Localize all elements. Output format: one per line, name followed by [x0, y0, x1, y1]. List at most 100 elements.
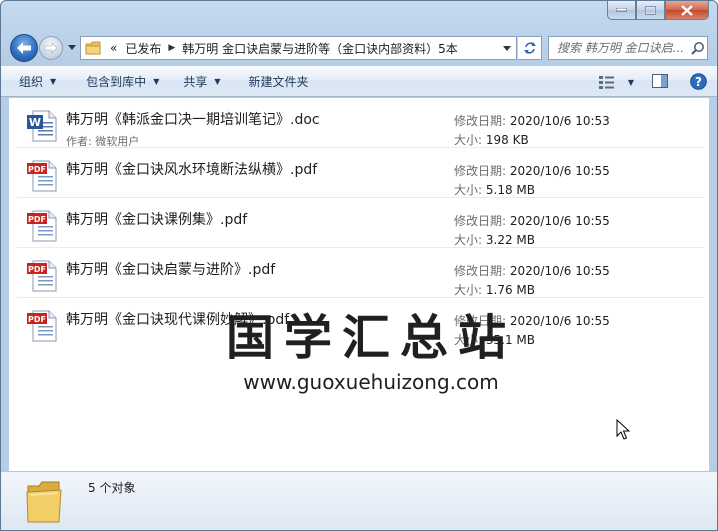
- organize-menu-button[interactable]: 组织 ▼: [7, 66, 68, 97]
- search-icon: [691, 42, 704, 55]
- modified-key: 修改日期:: [454, 164, 507, 178]
- file-item[interactable]: W 韩万明《韩派金口决一期培训笔记》.doc 作者: 微软用户 修改日期: 20…: [17, 98, 705, 148]
- share-label: 共享: [183, 75, 208, 89]
- view-controls: ▼ ?: [598, 67, 707, 98]
- svg-text:PDF: PDF: [28, 215, 46, 224]
- help-icon: ?: [690, 72, 707, 90]
- size-value: 3.22 MB: [485, 233, 535, 247]
- modified-value: 2020/10/6 10:55: [509, 214, 610, 228]
- size-key: 大小:: [454, 183, 483, 197]
- modified-key: 修改日期:: [454, 264, 507, 278]
- file-size: 大小: 198 KB: [454, 131, 529, 148]
- size-key: 大小:: [454, 233, 483, 247]
- modified-key: 修改日期:: [454, 314, 507, 328]
- maximize-button[interactable]: [636, 1, 665, 20]
- folder-icon: [26, 481, 62, 523]
- close-button[interactable]: [665, 1, 709, 20]
- chevron-down-icon: ▼: [50, 77, 57, 86]
- file-list: W 韩万明《韩派金口决一期培训笔记》.doc 作者: 微软用户 修改日期: 20…: [9, 98, 709, 471]
- modified-value: 2020/10/6 10:55: [509, 314, 610, 328]
- file-modified: 修改日期: 2020/10/6 10:55: [454, 312, 610, 329]
- explorer-window: « 已发布 ▶ 韩万明 金口诀启蒙与进阶等（金口诀内部资料）5本 搜索 韩万明 …: [0, 0, 718, 531]
- pdf-file-icon: PDF: [27, 260, 57, 292]
- chevron-down-icon[interactable]: ▼: [628, 78, 634, 87]
- size-key: 大小:: [454, 283, 483, 297]
- modified-value: 2020/10/6 10:55: [509, 264, 610, 278]
- size-value: 5.18 MB: [485, 183, 535, 197]
- size-value: 1.76 MB: [485, 283, 535, 297]
- minimize-button[interactable]: [607, 1, 636, 20]
- command-bar: 组织 ▼ 包含到库中 ▼ 共享 ▼ 新建文件夹 ▼ ?: [1, 66, 717, 97]
- file-name: 韩万明《金口诀课例集》.pdf: [66, 212, 248, 228]
- search-box[interactable]: [548, 36, 708, 60]
- navigation-bar: « 已发布 ▶ 韩万明 金口诀启蒙与进阶等（金口诀内部资料）5本: [1, 34, 717, 62]
- file-item[interactable]: PDF 韩万明《金口诀现代课例妙解》.pdf 修改日期: 2020/10/6 1…: [17, 298, 705, 348]
- preview-pane-icon: [652, 74, 668, 88]
- author-key: 作者:: [66, 135, 92, 148]
- breadcrumb-overflow[interactable]: «: [106, 41, 121, 55]
- organize-label: 组织: [19, 75, 44, 89]
- file-name: 韩万明《金口诀启蒙与进阶》.pdf: [66, 262, 276, 278]
- file-modified: 修改日期: 2020/10/6 10:55: [454, 262, 610, 279]
- maximize-icon: [645, 5, 656, 15]
- modified-key: 修改日期:: [454, 214, 507, 228]
- close-icon: [681, 4, 693, 16]
- svg-text:PDF: PDF: [28, 165, 46, 174]
- help-button[interactable]: ?: [690, 72, 707, 93]
- recent-pages-dropdown[interactable]: [67, 42, 77, 52]
- address-bar[interactable]: « 已发布 ▶ 韩万明 金口诀启蒙与进阶等（金口诀内部资料）5本: [80, 36, 517, 60]
- modified-value: 2020/10/6 10:53: [509, 114, 610, 128]
- size-key: 大小:: [454, 133, 483, 147]
- file-modified: 修改日期: 2020/10/6 10:55: [454, 212, 610, 229]
- size-key: 大小:: [454, 333, 483, 347]
- breadcrumb-published[interactable]: 已发布: [121, 40, 165, 57]
- details-view-icon: [598, 76, 614, 89]
- preview-pane-button[interactable]: [652, 74, 668, 91]
- address-dropdown[interactable]: [498, 37, 516, 59]
- file-author: 作者: 微软用户: [66, 133, 139, 149]
- new-folder-button[interactable]: 新建文件夹: [237, 66, 321, 97]
- back-button[interactable]: [10, 34, 38, 62]
- watermark-url: www.guoxuehuizong.com: [243, 370, 499, 394]
- chevron-down-icon: [68, 44, 76, 50]
- include-in-library-button[interactable]: 包含到库中 ▼: [74, 66, 171, 97]
- file-name: 韩万明《金口诀现代课例妙解》.pdf: [66, 312, 290, 328]
- svg-text:PDF: PDF: [28, 265, 46, 274]
- svg-text:?: ?: [695, 75, 702, 89]
- file-item[interactable]: PDF 韩万明《金口诀风水环境断法纵横》.pdf 修改日期: 2020/10/6…: [17, 148, 705, 198]
- arrow-right-icon: [44, 42, 58, 54]
- refresh-icon: [523, 42, 536, 54]
- forward-button[interactable]: [39, 36, 63, 60]
- search-input[interactable]: [557, 41, 689, 55]
- chevron-down-icon: ▼: [214, 77, 221, 86]
- caption-buttons: [607, 1, 709, 21]
- share-button[interactable]: 共享 ▼: [171, 66, 232, 97]
- pdf-file-icon: PDF: [27, 160, 57, 192]
- breadcrumb-separator-icon[interactable]: ▶: [165, 43, 178, 53]
- size-value: 198 KB: [485, 133, 529, 147]
- change-view-button[interactable]: ▼: [598, 75, 634, 90]
- chevron-down-icon: ▼: [153, 77, 160, 86]
- svg-text:W: W: [29, 116, 41, 129]
- details-pane: 5 个对象: [1, 471, 717, 530]
- new-folder-label: 新建文件夹: [248, 75, 309, 89]
- file-item[interactable]: PDF 韩万明《金口诀课例集》.pdf 修改日期: 2020/10/6 10:5…: [17, 198, 705, 248]
- pdf-file-icon: PDF: [27, 210, 57, 242]
- file-item[interactable]: PDF 韩万明《金口诀启蒙与进阶》.pdf 修改日期: 2020/10/6 10…: [17, 248, 705, 298]
- file-name: 韩万明《韩派金口决一期培训笔记》.doc: [66, 112, 320, 128]
- file-size: 大小: 5.18 MB: [454, 181, 535, 198]
- file-size: 大小: 3.22 MB: [454, 231, 535, 248]
- word-document-icon: W: [27, 110, 57, 142]
- breadcrumb-current-folder[interactable]: 韩万明 金口诀启蒙与进阶等（金口诀内部资料）5本: [178, 40, 461, 57]
- minimize-icon: [616, 8, 627, 12]
- refresh-button[interactable]: [518, 36, 542, 60]
- file-name: 韩万明《金口诀风水环境断法纵横》.pdf: [66, 162, 318, 178]
- folder-icon: [85, 41, 101, 55]
- modified-value: 2020/10/6 10:55: [509, 164, 610, 178]
- file-size: 大小: 35.1 MB: [454, 331, 535, 348]
- include-in-library-label: 包含到库中: [86, 75, 147, 89]
- size-value: 35.1 MB: [485, 333, 535, 347]
- author-value: 微软用户: [95, 135, 140, 148]
- pdf-file-icon: PDF: [27, 310, 57, 342]
- svg-text:PDF: PDF: [28, 315, 46, 324]
